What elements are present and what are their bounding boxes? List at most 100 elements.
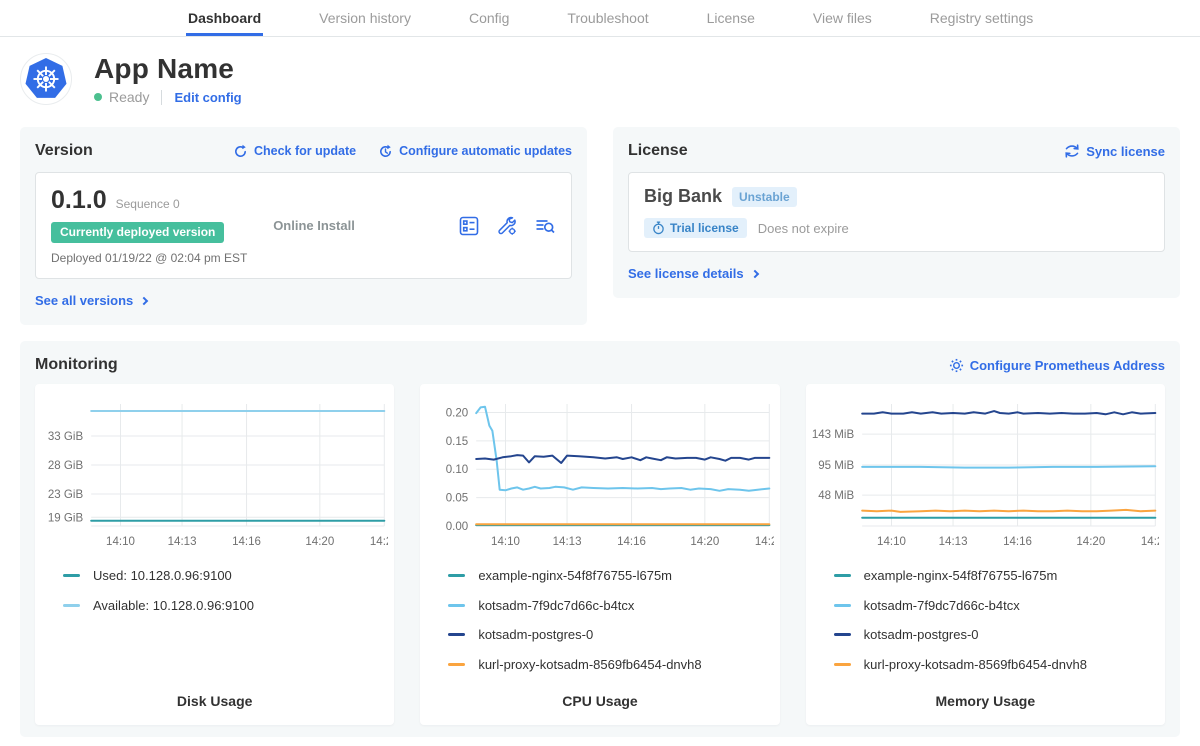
svg-text:95 MiB: 95 MiB <box>818 460 854 472</box>
tab-version-history[interactable]: Version history <box>317 0 413 36</box>
chevron-right-icon <box>750 269 758 277</box>
license-expiry: Does not expire <box>758 221 849 236</box>
legend-item: kotsadm-7f9dc7d66c-b4tcx <box>834 598 1159 613</box>
install-type-label: Online Install <box>273 218 458 233</box>
refresh-icon <box>233 144 248 159</box>
svg-text:14:13: 14:13 <box>168 536 197 548</box>
svg-text:0.20: 0.20 <box>446 408 468 420</box>
legend-swatch <box>834 604 851 607</box>
svg-text:14:23: 14:23 <box>1141 536 1159 548</box>
tab-dashboard[interactable]: Dashboard <box>186 0 263 36</box>
svg-text:23 GiB: 23 GiB <box>48 489 84 501</box>
svg-text:14:16: 14:16 <box>232 536 261 548</box>
svg-text:14:20: 14:20 <box>1076 536 1105 548</box>
clock-refresh-icon <box>378 144 393 159</box>
gear-icon <box>949 358 964 373</box>
svg-text:14:23: 14:23 <box>755 536 773 548</box>
chart-legend: example-nginx-54f8f76755-l675m kotsadm-7f… <box>834 568 1159 686</box>
svg-text:14:10: 14:10 <box>491 536 520 548</box>
tab-license[interactable]: License <box>705 0 757 36</box>
legend-item: kotsadm-7f9dc7d66c-b4tcx <box>448 598 773 613</box>
legend-label: example-nginx-54f8f76755-l675m <box>478 568 672 583</box>
svg-text:33 GiB: 33 GiB <box>48 431 84 443</box>
ready-status-dot <box>94 93 102 101</box>
cards-row: Version Check for update Configure au <box>0 115 1200 325</box>
legend-item: kotsadm-postgres-0 <box>448 627 773 642</box>
tab-registry-settings[interactable]: Registry settings <box>928 0 1035 36</box>
ready-status-label: Ready <box>109 89 149 105</box>
version-card-title: Version <box>35 142 93 160</box>
chart-legend: Used: 10.128.0.96:9100 Available: 10.128.… <box>63 568 388 627</box>
version-card: Version Check for update Configure au <box>20 127 587 325</box>
chart-title: Memory Usage <box>812 693 1159 709</box>
see-all-versions-link[interactable]: See all versions <box>35 293 147 308</box>
sync-license-button[interactable]: Sync license <box>1064 144 1165 159</box>
chart-card: 14:1014:1314:1614:2014:2348 MiB95 MiB143… <box>806 384 1165 725</box>
svg-text:0.00: 0.00 <box>446 521 468 533</box>
configure-automatic-updates-button[interactable]: Configure automatic updates <box>378 144 572 159</box>
legend-label: kurl-proxy-kotsadm-8569fb6454-dnvh8 <box>478 657 701 672</box>
tab-view-files[interactable]: View files <box>811 0 874 36</box>
svg-text:14:20: 14:20 <box>691 536 720 548</box>
svg-text:19 GiB: 19 GiB <box>48 512 84 524</box>
legend-swatch <box>834 633 851 636</box>
legend-swatch <box>448 663 465 666</box>
version-number: 0.1.0 <box>51 186 107 215</box>
svg-text:14:20: 14:20 <box>305 536 334 548</box>
legend-swatch <box>63 604 80 607</box>
charts-row: 14:10 14:13 14:16 14:20 14:23 19 GiB 23 GiB 28 … <box>35 384 1165 725</box>
legend-label: kotsadm-postgres-0 <box>478 627 593 642</box>
see-license-details-link[interactable]: See license details <box>628 266 758 281</box>
svg-text:14:10: 14:10 <box>877 536 906 548</box>
trial-license-badge: Trial license <box>644 218 747 238</box>
wrench-gear-icon[interactable] <box>496 215 518 237</box>
check-for-update-button[interactable]: Check for update <box>233 144 356 159</box>
license-card: License Sync license Big Bank Unstable <box>613 127 1180 298</box>
monitoring-panel: Monitoring Configure Prometheus Address … <box>20 341 1180 737</box>
legend-item: Used: 10.128.0.96:9100 <box>63 568 388 583</box>
legend-item: kurl-proxy-kotsadm-8569fb6454-dnvh8 <box>448 657 773 672</box>
legend-swatch <box>834 663 851 666</box>
svg-text:48 MiB: 48 MiB <box>818 490 854 502</box>
svg-text:14:13: 14:13 <box>553 536 582 548</box>
chart-card: 14:10 14:13 14:16 14:20 14:23 19 GiB 23 GiB 28 … <box>35 384 394 725</box>
version-sequence: Sequence 0 <box>116 197 180 211</box>
chart-card: 14:1014:1314:1614:2014:230.000.050.100.1… <box>420 384 779 725</box>
log-search-icon[interactable] <box>534 215 556 237</box>
checklist-icon[interactable] <box>458 215 480 237</box>
svg-text:14:23: 14:23 <box>370 536 388 548</box>
chart-title: Disk Usage <box>41 693 388 709</box>
legend-item: example-nginx-54f8f76755-l675m <box>448 568 773 583</box>
svg-text:0.15: 0.15 <box>446 436 468 448</box>
kubernetes-wheel-icon <box>20 53 72 105</box>
svg-text:0.10: 0.10 <box>446 464 468 476</box>
svg-text:14:10: 14:10 <box>106 536 135 548</box>
tab-config[interactable]: Config <box>467 0 511 36</box>
legend-label: example-nginx-54f8f76755-l675m <box>864 568 1058 583</box>
legend-label: kotsadm-7f9dc7d66c-b4tcx <box>478 598 634 613</box>
legend-item: kotsadm-postgres-0 <box>834 627 1159 642</box>
line-chart: 14:10 14:13 14:16 14:20 14:23 19 GiB 23 GiB 28 … <box>41 396 388 554</box>
tab-troubleshoot[interactable]: Troubleshoot <box>565 0 650 36</box>
legend-label: Used: 10.128.0.96:9100 <box>93 568 232 583</box>
line-chart: 14:1014:1314:1614:2014:2348 MiB95 MiB143… <box>812 396 1159 554</box>
chart-title: CPU Usage <box>426 693 773 709</box>
svg-text:143 MiB: 143 MiB <box>812 429 854 441</box>
svg-text:14:16: 14:16 <box>617 536 646 548</box>
divider <box>161 90 162 105</box>
deployed-timestamp: Deployed 01/19/22 @ 02:04 pm EST <box>51 251 273 265</box>
legend-swatch <box>834 574 851 577</box>
edit-config-link[interactable]: Edit config <box>174 90 241 105</box>
current-version-box: 0.1.0 Sequence 0 Currently deployed vers… <box>35 172 572 279</box>
svg-text:28 GiB: 28 GiB <box>48 460 84 472</box>
monitoring-title: Monitoring <box>35 356 118 374</box>
legend-item: Available: 10.128.0.96:9100 <box>63 598 388 613</box>
legend-item: example-nginx-54f8f76755-l675m <box>834 568 1159 583</box>
channel-badge: Unstable <box>732 187 797 207</box>
chart-legend: example-nginx-54f8f76755-l675m kotsadm-7f… <box>448 568 773 686</box>
legend-swatch <box>63 574 80 577</box>
svg-text:14:16: 14:16 <box>1003 536 1032 548</box>
legend-swatch <box>448 633 465 636</box>
license-box: Big Bank Unstable Trial license Does not… <box>628 172 1165 252</box>
configure-prometheus-button[interactable]: Configure Prometheus Address <box>949 358 1165 373</box>
